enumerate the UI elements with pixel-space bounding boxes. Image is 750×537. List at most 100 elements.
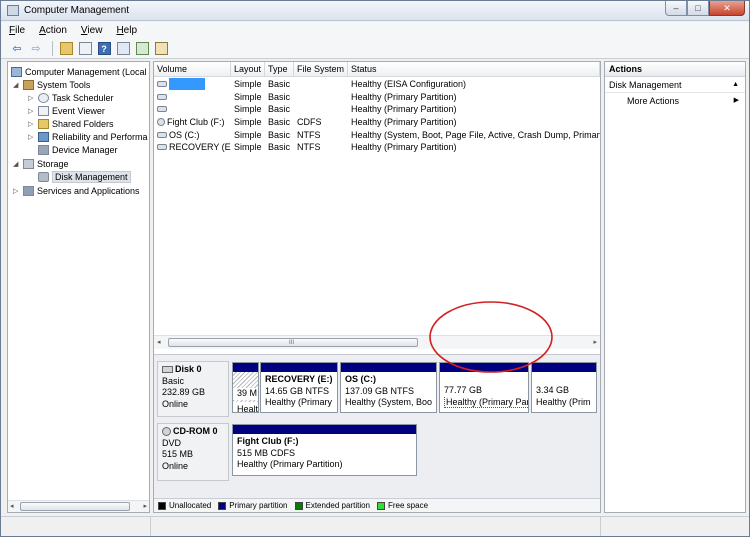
volume-list-scroll-thumb[interactable]: III [168, 338, 418, 347]
scroll-left-icon[interactable]: ◂ [157, 338, 161, 346]
partition-unnamed-77gb[interactable]: 77.77 GB Healthy (Primary Partition) [439, 362, 529, 413]
close-button[interactable]: ✕ [709, 1, 745, 16]
tree-item-computer-management[interactable]: Computer Management (Local [11, 65, 147, 78]
back-arrow-icon[interactable]: ⇦ [9, 41, 25, 57]
layout-cell: Simple [234, 142, 262, 153]
menu-file[interactable]: File [9, 25, 25, 36]
cdrom-0-label[interactable]: CD-ROM 0 DVD 515 MB Online [157, 423, 229, 481]
partition-type-bar [532, 363, 596, 372]
status-cell-3 [601, 517, 747, 536]
partition-type-bar [440, 363, 528, 372]
collapsed-arrow-icon[interactable]: ▷ [28, 107, 36, 115]
disk-type: DVD [162, 437, 182, 448]
scroll-right-icon[interactable]: ▸ [593, 338, 597, 346]
type-cell: Basic [268, 104, 291, 115]
partition-status: Healthy (Prim [536, 396, 591, 407]
tree-item-storage[interactable]: ◢ Storage [13, 157, 69, 170]
scroll-left-icon[interactable]: ◂ [10, 502, 14, 510]
partition-status: Healt [233, 401, 258, 412]
tree-item-task-scheduler[interactable]: ▷ Task Scheduler [28, 91, 114, 104]
legend-swatch [294, 501, 303, 510]
status-cell: Healthy (System, Boot, Page File, Active… [351, 129, 600, 140]
collapsed-arrow-icon[interactable]: ▷ [28, 94, 36, 102]
column-header-file-system[interactable]: File System [294, 62, 348, 77]
partition-fight-club[interactable]: Fight Club (F:) 515 MB CDFS Healthy (Pri… [232, 424, 417, 476]
title-bar[interactable]: Computer Management – □ ✕ [1, 1, 749, 21]
tree-scroll-thumb[interactable] [20, 502, 130, 511]
column-header-volume[interactable]: Volume [154, 62, 231, 77]
partition-recovery[interactable]: RECOVERY (E:) 14.65 GB NTFS Healthy (Pri… [260, 362, 338, 413]
up-folder-button[interactable] [58, 41, 74, 57]
tree-item-label: Reliability and Performa [52, 131, 148, 142]
tree-item-system-tools[interactable]: ◢ System Tools [13, 78, 90, 91]
collapsed-arrow-icon[interactable]: ▷ [13, 187, 21, 195]
table-row[interactable]: RECOVERY (E:) Simple Basic NTFS Healthy … [154, 141, 600, 154]
status-cell: Healthy (EISA Configuration) [351, 79, 467, 90]
maximize-button[interactable]: □ [687, 1, 709, 16]
partition-size: 3.34 GB [536, 385, 570, 395]
volume-cell [154, 106, 231, 113]
column-header-layout[interactable]: Layout [231, 62, 265, 77]
minimize-button[interactable]: – [665, 1, 687, 16]
computer-management-window: Computer Management – □ ✕ File Action Vi… [0, 0, 750, 537]
volume-list-horizontal-scrollbar[interactable]: ◂ III ▸ [154, 335, 600, 349]
tree-item-event-viewer[interactable]: ▷ Event Viewer [28, 104, 105, 117]
layout-cell: Simple [234, 79, 262, 90]
scroll-right-icon[interactable]: ▸ [143, 502, 147, 510]
collapse-arrow-icon[interactable]: ▲ [732, 77, 739, 93]
properties-icon [116, 42, 130, 55]
disk-size: 232.89 GB [162, 387, 206, 397]
help-button[interactable]: ? [96, 41, 112, 57]
table-row[interactable]: Simple Basic Healthy (Primary Partition) [154, 103, 600, 116]
console-tree-icon [78, 42, 92, 55]
collapsed-arrow-icon[interactable]: ▷ [28, 133, 36, 141]
volume-list: Simple Basic Healthy (EISA Configuration… [154, 78, 600, 154]
legend-item-extended: Extended partition [294, 501, 370, 510]
forward-arrow-icon[interactable]: ⇨ [28, 41, 44, 57]
disk-name: CD-ROM 0 [173, 426, 218, 436]
layout-cell: Simple [234, 91, 262, 102]
properties-button[interactable] [115, 41, 131, 57]
tree-item-shared-folders[interactable]: ▷ Shared Folders [28, 117, 114, 130]
show-hide-tree-button[interactable] [77, 41, 93, 57]
table-row[interactable]: OS (C:) Simple Basic NTFS Healthy (Syste… [154, 128, 600, 141]
graphical-disk-view: Disk 0 Basic 232.89 GB Online 39 M Healt… [154, 354, 600, 498]
actions-section-disk-management[interactable]: Disk Management ▲ [605, 77, 745, 93]
table-row[interactable]: Fight Club (F:) Simple Basic CDFS Health… [154, 116, 600, 129]
disk-0-label[interactable]: Disk 0 Basic 232.89 GB Online [157, 361, 229, 417]
cd-drive-icon [157, 118, 165, 127]
tree-item-label: Task Scheduler [52, 92, 114, 103]
menu-view[interactable]: View [81, 25, 103, 36]
collapsed-arrow-icon[interactable]: ▷ [28, 120, 36, 128]
menu-help[interactable]: Help [116, 25, 137, 36]
table-row[interactable]: Simple Basic Healthy (EISA Configuration… [154, 78, 600, 91]
tree-item-reliability[interactable]: ▷ Reliability and Performa [28, 130, 148, 143]
tree-horizontal-scrollbar[interactable]: ◂ ▸ [8, 500, 149, 512]
menu-action[interactable]: Action [39, 25, 67, 36]
export-button[interactable] [153, 41, 169, 57]
storage-icon [23, 158, 34, 169]
expanded-arrow-icon[interactable]: ◢ [13, 160, 21, 168]
export-icon [154, 42, 168, 55]
partition-unnamed-3gb[interactable]: 3.34 GB Healthy (Prim [531, 362, 597, 413]
table-row[interactable]: Simple Basic Healthy (Primary Partition) [154, 91, 600, 104]
window-title: Computer Management [24, 5, 130, 16]
expanded-arrow-icon[interactable]: ◢ [13, 81, 21, 89]
tree-item-services[interactable]: ▷ Services and Applications [13, 184, 140, 197]
partition-status: Healthy (Primary Partition) [237, 459, 343, 469]
partition-os[interactable]: OS (C:) 137.09 GB NTFS Healthy (System, … [340, 362, 437, 413]
partition-title: RECOVERY (E:) [265, 374, 333, 384]
column-header-status[interactable]: Status [348, 62, 600, 77]
more-actions-label: More Actions [627, 96, 680, 106]
legend-swatch [218, 501, 227, 510]
partition-eisa[interactable]: 39 M Healt [232, 362, 259, 413]
more-actions-item[interactable]: More Actions ▶ [605, 93, 745, 109]
event-log-icon [38, 105, 49, 116]
column-header-type[interactable]: Type [265, 62, 294, 77]
tree-item-disk-management[interactable]: Disk Management [38, 170, 131, 183]
type-cell: Basic [268, 117, 291, 128]
legend-item-unallocated: Unallocated [158, 501, 211, 510]
tree-item-device-manager[interactable]: Device Manager [38, 143, 118, 156]
refresh-button[interactable] [134, 41, 150, 57]
status-cell-1 [1, 517, 151, 536]
